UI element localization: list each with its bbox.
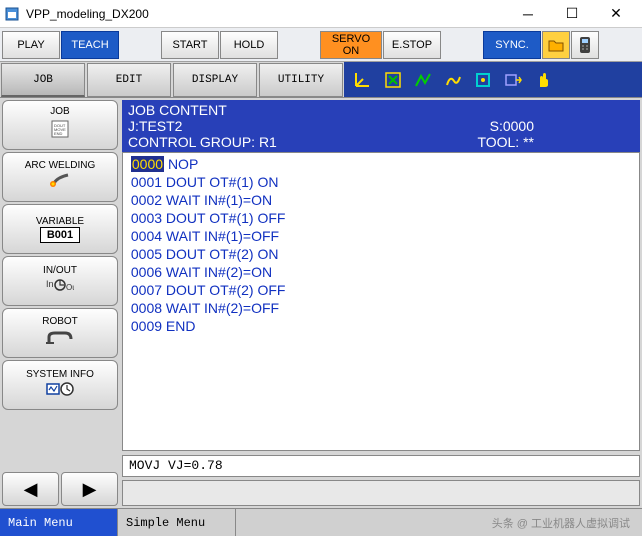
sidebar-job-label: JOB: [50, 106, 69, 117]
sidebar-sysinfo-label: SYSTEM INFO: [26, 369, 94, 380]
frame-icon[interactable]: [470, 67, 496, 93]
step-icon[interactable]: [500, 67, 526, 93]
tab-display[interactable]: DISPLAY: [173, 63, 257, 97]
robot-arm-icon: [45, 329, 75, 350]
sidebar: JOB DOUTMOVEEND ARC WELDING VARIABLE B00…: [0, 98, 120, 508]
close-button[interactable]: ✕: [594, 1, 638, 27]
title-bar: VPP_modeling_DX200 ─ ☐ ✕: [0, 0, 642, 28]
program-listing[interactable]: 0000 NOP 0001 DOUT OT#(1) ON 0002 WAIT I…: [122, 152, 640, 451]
nav-prev-button[interactable]: ◀: [2, 472, 59, 506]
job-name: J:TEST2: [128, 118, 182, 134]
mode-toolbar: PLAY TEACH START HOLD SERVO ON E.STOP SY…: [0, 28, 642, 62]
sidebar-variable[interactable]: VARIABLE B001: [2, 204, 118, 254]
svg-text:In: In: [46, 279, 54, 289]
inout-icon: In Out: [46, 278, 74, 297]
minimize-button[interactable]: ─: [506, 1, 550, 27]
play-button[interactable]: PLAY: [2, 31, 60, 59]
torch-icon: [48, 173, 72, 194]
start-button[interactable]: START: [161, 31, 219, 59]
svg-text:END: END: [54, 131, 63, 136]
speed-icon[interactable]: [410, 67, 436, 93]
command-line[interactable]: MOVJ VJ=0.78: [122, 455, 640, 477]
sync-button[interactable]: SYNC.: [483, 31, 541, 59]
sidebar-system-info[interactable]: SYSTEM INFO: [2, 360, 118, 410]
sidebar-job[interactable]: JOB DOUTMOVEEND: [2, 100, 118, 150]
program-line[interactable]: 0004 WAIT IN#(1)=OFF: [127, 227, 635, 245]
tab-job[interactable]: JOB: [1, 63, 85, 97]
program-line[interactable]: 0003 DOUT OT#(1) OFF: [127, 209, 635, 227]
nav-next-button[interactable]: ▶: [61, 472, 118, 506]
window-title: VPP_modeling_DX200: [26, 7, 506, 21]
status-bar: [122, 480, 640, 506]
main-area: JOB DOUTMOVEEND ARC WELDING VARIABLE B00…: [0, 98, 642, 508]
svg-text:Out: Out: [66, 283, 74, 292]
control-group: CONTROL GROUP: R1: [128, 134, 277, 150]
hold-button[interactable]: HOLD: [220, 31, 278, 59]
main-menu-button[interactable]: Main Menu: [0, 509, 118, 536]
nav-row: ◀ ▶: [2, 472, 118, 506]
program-line[interactable]: 0009 END: [127, 317, 635, 335]
document-icon: DOUTMOVEEND: [49, 119, 71, 144]
job-content-title: JOB CONTENT: [128, 102, 634, 118]
sidebar-variable-label: VARIABLE: [36, 216, 84, 227]
program-line[interactable]: 0006 WAIT IN#(2)=ON: [127, 263, 635, 281]
program-line[interactable]: 0001 DOUT OT#(1) ON: [127, 173, 635, 191]
content-pane: JOB CONTENT J:TEST2 S:0000 CONTROL GROUP…: [120, 98, 642, 508]
sidebar-robot-label: ROBOT: [42, 316, 78, 327]
simple-menu-button[interactable]: Simple Menu: [118, 509, 236, 536]
variable-value: B001: [40, 227, 80, 243]
icon-toolbar: [344, 62, 642, 97]
program-line[interactable]: 0005 DOUT OT#(2) ON: [127, 245, 635, 263]
program-line[interactable]: 0008 WAIT IN#(2)=OFF: [127, 299, 635, 317]
sidebar-inout[interactable]: IN/OUT In Out: [2, 256, 118, 306]
coord-icon[interactable]: [350, 67, 376, 93]
sidebar-inout-label: IN/OUT: [43, 265, 77, 276]
servo-on-button[interactable]: SERVO ON: [320, 31, 382, 59]
app-icon: [4, 6, 20, 22]
system-info-icon: [46, 382, 74, 401]
sidebar-arc-label: ARC WELDING: [25, 160, 96, 171]
hand-icon[interactable]: [530, 67, 556, 93]
pendant-icon[interactable]: [571, 31, 599, 59]
teach-button[interactable]: TEACH: [61, 31, 119, 59]
tab-edit[interactable]: EDIT: [87, 63, 171, 97]
folder-icon[interactable]: [542, 31, 570, 59]
watermark: 头条 @ 工业机器人虚拟调试: [236, 509, 642, 536]
step-display: S:0000: [490, 118, 534, 134]
tab-utility[interactable]: UTILITY: [259, 63, 343, 97]
maximize-button[interactable]: ☐: [550, 1, 594, 27]
program-line[interactable]: 0007 DOUT OT#(2) OFF: [127, 281, 635, 299]
job-header: JOB CONTENT J:TEST2 S:0000 CONTROL GROUP…: [122, 100, 640, 152]
bottom-bar: Main Menu Simple Menu 头条 @ 工业机器人虚拟调试: [0, 508, 642, 536]
sidebar-arc-welding[interactable]: ARC WELDING: [2, 152, 118, 202]
run-icon[interactable]: [440, 67, 466, 93]
safety-icon[interactable]: [380, 67, 406, 93]
menu-bar: JOB EDIT DISPLAY UTILITY: [0, 62, 642, 98]
tool-display: TOOL: **: [477, 134, 534, 150]
sidebar-robot[interactable]: ROBOT: [2, 308, 118, 358]
program-line[interactable]: 0000 NOP: [127, 155, 635, 173]
program-line[interactable]: 0002 WAIT IN#(1)=ON: [127, 191, 635, 209]
estop-button[interactable]: E.STOP: [383, 31, 441, 59]
